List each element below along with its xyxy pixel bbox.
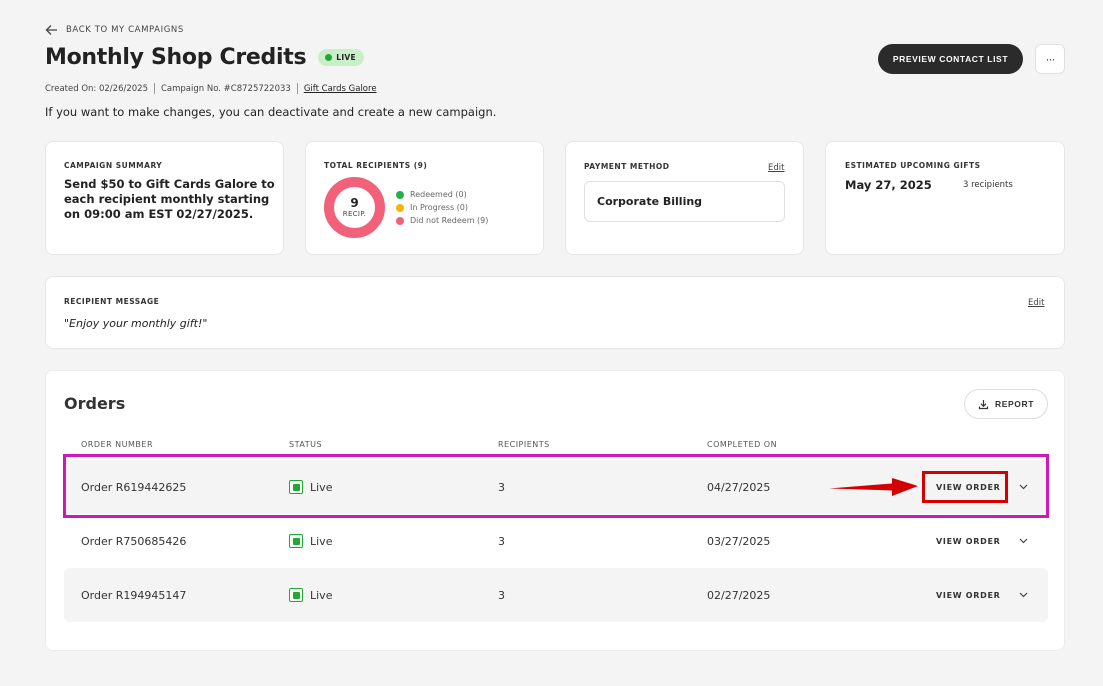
- report-button[interactable]: REPORT: [964, 389, 1048, 419]
- expand-row-button[interactable]: [1019, 514, 1028, 568]
- order-number: Order R194945147: [81, 588, 187, 602]
- order-status-label: Live: [310, 534, 333, 548]
- payment-method-value: Corporate Billing: [584, 181, 785, 222]
- live-dot-icon: [325, 54, 333, 61]
- created-on: Created On: 02/26/2025: [45, 83, 148, 94]
- brand-link[interactable]: Gift Cards Galore: [304, 84, 377, 94]
- expand-row-button[interactable]: [1019, 568, 1028, 622]
- upcoming-date: May 27, 2025: [845, 178, 932, 192]
- back-link-label: BACK TO MY CAMPAIGNS: [66, 25, 184, 35]
- upcoming-gifts-card: ESTIMATED UPCOMING GIFTS May 27, 2025 3 …: [825, 141, 1065, 255]
- chevron-down-icon: [1019, 592, 1028, 598]
- campaign-number: Campaign No. #C8725722033: [160, 83, 291, 94]
- chevron-down-icon: [1019, 538, 1028, 544]
- more-icon: ···: [1045, 52, 1056, 66]
- pointer-arrow-annotation: [829, 478, 918, 496]
- order-status: Live: [289, 514, 332, 568]
- order-completed-on: 03/27/2025: [707, 534, 771, 548]
- live-status-icon: [289, 534, 303, 548]
- divider: [153, 83, 155, 94]
- donut-value: 9: [350, 196, 359, 210]
- page-title: Monthly Shop Credits: [45, 45, 307, 70]
- more-options-button[interactable]: ···: [1035, 44, 1065, 74]
- orders-title: Orders: [64, 394, 126, 413]
- view-order-button[interactable]: VIEW ORDER: [936, 514, 1000, 568]
- order-status: Live: [289, 568, 332, 622]
- legend-label: In Progress (0): [410, 203, 468, 212]
- recipients-donut-chart: 9 RECIP.: [324, 177, 385, 238]
- status-badge: LIVE: [318, 49, 364, 66]
- recipients-legend: Redeemed (0) In Progress (0) Did not Red…: [396, 188, 488, 227]
- card-label: ESTIMATED UPCOMING GIFTS: [845, 161, 981, 170]
- legend-dot-icon: [396, 190, 404, 199]
- status-badge-label: LIVE: [336, 53, 356, 62]
- legend-dot-icon: [396, 203, 404, 212]
- column-header-completed-on: COMPLETED ON: [707, 440, 778, 449]
- order-number: Order R750685426: [81, 534, 187, 548]
- campaign-summary-card: CAMPAIGN SUMMARY Send $50 to Gift Cards …: [45, 141, 284, 255]
- campaign-meta: Created On: 02/26/2025 Campaign No. #C87…: [45, 83, 377, 94]
- campaign-summary-text: Send $50 to Gift Cards Galore to each re…: [64, 177, 275, 221]
- page-subtitle: If you want to make changes, you can dea…: [45, 105, 497, 119]
- view-order-button[interactable]: VIEW ORDER: [936, 568, 1000, 622]
- live-status-icon: [289, 588, 303, 602]
- column-header-status: STATUS: [289, 440, 323, 449]
- order-completed-on: 02/27/2025: [707, 588, 771, 602]
- report-button-label: REPORT: [994, 399, 1035, 409]
- legend-item-in-progress: In Progress (0): [396, 201, 488, 214]
- order-recipients: 3: [498, 534, 505, 548]
- legend-label: Redeemed (0): [410, 190, 467, 199]
- order-status-label: Live: [310, 588, 333, 602]
- back-link[interactable]: BACK TO MY CAMPAIGNS: [45, 24, 184, 36]
- column-header-recipients: RECIPIENTS: [498, 440, 550, 449]
- payment-method-card: PAYMENT METHOD Edit Corporate Billing: [565, 141, 804, 255]
- recipient-message-text: "Enjoy your monthly gift!": [64, 317, 208, 330]
- recipient-message-card: RECIPIENT MESSAGE Edit "Enjoy your month…: [45, 276, 1065, 349]
- legend-item-did-not-redeem: Did not Redeem (9): [396, 214, 488, 227]
- table-row[interactable]: Order R194945147 Live 3 02/27/2025 VIEW …: [64, 568, 1048, 622]
- card-label: CAMPAIGN SUMMARY: [64, 161, 163, 170]
- card-label: RECIPIENT MESSAGE: [64, 297, 160, 306]
- donut-unit: RECIP.: [342, 210, 367, 218]
- download-icon: [978, 399, 989, 409]
- table-row[interactable]: Order R750685426 Live 3 03/27/2025 VIEW …: [64, 514, 1048, 568]
- edit-payment-link[interactable]: Edit: [768, 163, 784, 173]
- total-recipients-card: TOTAL RECIPIENTS (9) 9 RECIP. Redeemed (…: [305, 141, 544, 255]
- legend-dot-icon: [396, 216, 404, 225]
- column-header-order-number: ORDER NUMBER: [81, 440, 154, 449]
- legend-label: Did not Redeem (9): [410, 216, 489, 225]
- legend-item-redeemed: Redeemed (0): [396, 188, 488, 201]
- preview-contact-list-button[interactable]: PREVIEW CONTACT LIST: [878, 44, 1023, 74]
- divider: [296, 83, 298, 94]
- arrow-left-icon: [45, 25, 57, 35]
- edit-message-link[interactable]: Edit: [1028, 298, 1044, 308]
- card-label: PAYMENT METHOD: [584, 162, 670, 171]
- upcoming-recipient-count: 3 recipients: [963, 180, 1013, 190]
- button-highlight-annotation: [922, 471, 1008, 503]
- card-label: TOTAL RECIPIENTS (9): [324, 161, 428, 170]
- order-recipients: 3: [498, 588, 505, 602]
